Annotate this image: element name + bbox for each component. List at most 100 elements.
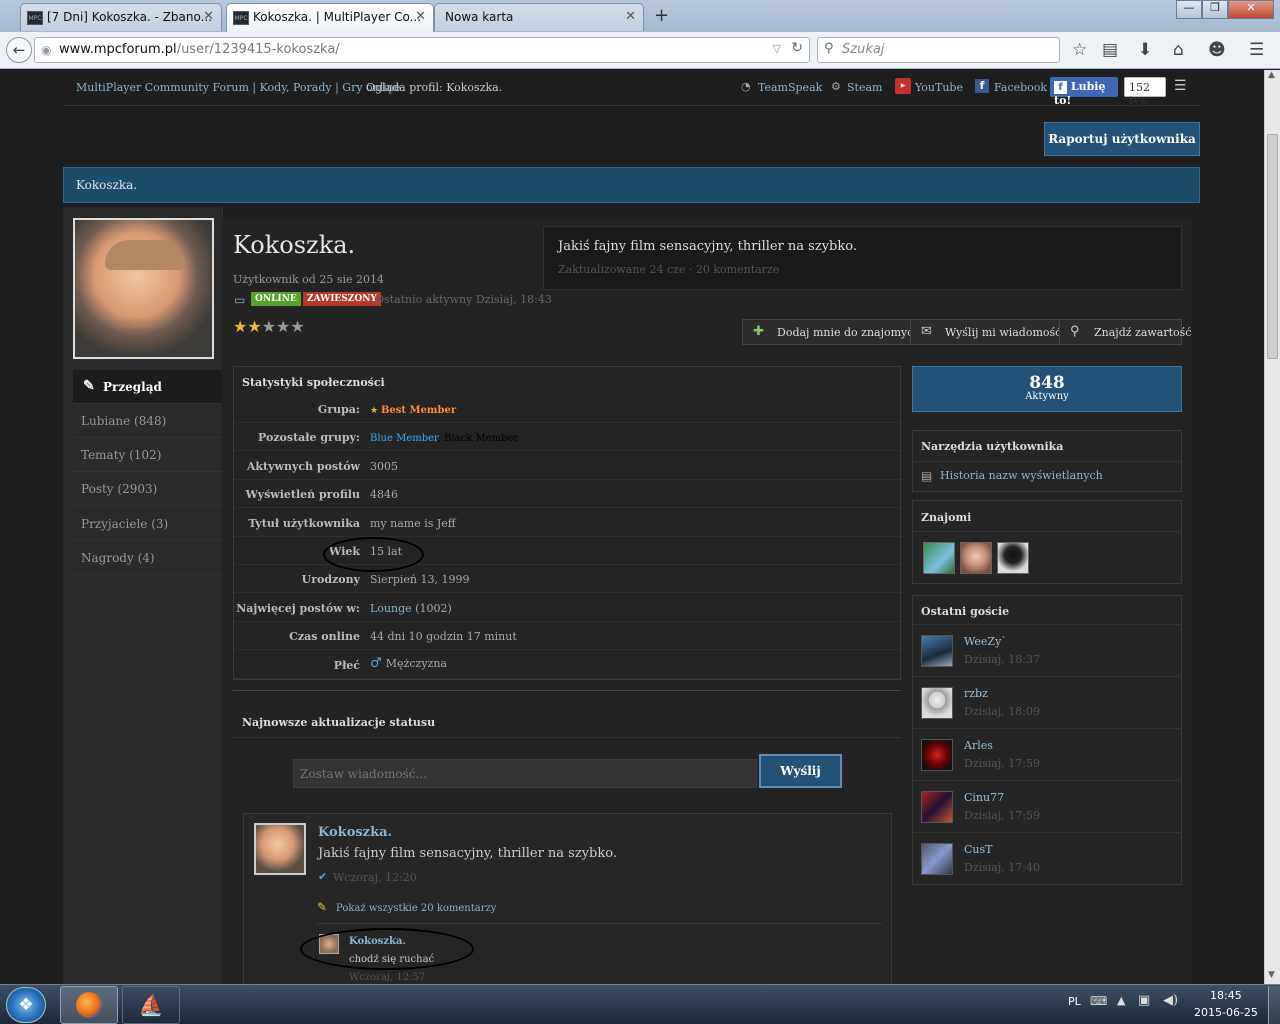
bookmarks-list-icon[interactable]: ▤ (1102, 40, 1118, 60)
divider (913, 531, 1181, 532)
sidebar-item-awards[interactable]: Nagrody (4) (73, 541, 222, 575)
new-tab-button[interactable]: + (654, 5, 669, 26)
scroll-down-icon[interactable]: ▼ (1268, 970, 1275, 980)
keyboard-icon[interactable]: ⌨ (1090, 994, 1107, 1008)
tab-3[interactable]: Nowa karta ✕ (434, 3, 644, 31)
community-stats-panel: Statystyki społeczności Grupa: ★ Best Mem… (233, 366, 902, 680)
back-button[interactable]: ← (6, 37, 32, 63)
sidebar-item-topics[interactable]: Tematy (102) (73, 438, 222, 472)
url-bar[interactable]: ◉ www.mpcforum.pl/user/1239415-kokoszka/… (34, 37, 810, 63)
visitor-avatar[interactable] (921, 791, 953, 823)
fb-like-button[interactable]: f Lubię to! (1050, 77, 1118, 107)
pencil-icon: ✎ (83, 378, 95, 394)
friend-avatar[interactable] (923, 542, 955, 574)
divider (233, 737, 901, 738)
maximize-button[interactable]: ❐ (1202, 0, 1228, 19)
facebook-link[interactable]: Facebook (994, 81, 1047, 94)
list-menu-icon[interactable]: ☰ (1174, 78, 1187, 94)
search-content-icon: ⚲ (1070, 324, 1080, 339)
report-user-button[interactable]: Raportuj użytkownika (1044, 122, 1200, 156)
close-window-button[interactable]: ✕ (1228, 0, 1274, 19)
send-message-button[interactable]: ✉ Wyślij mi wiadomość (910, 319, 1073, 345)
bookmark-star-icon[interactable]: ☆ (1072, 40, 1087, 60)
network-icon[interactable]: ▣ (1138, 993, 1150, 1008)
visitor-item[interactable]: CusT Dzisiaj, 17:40 (913, 832, 1181, 884)
visitor-name[interactable]: rzbz (964, 687, 988, 700)
visitor-item[interactable]: Arles Dzisiaj, 17:59 (913, 728, 1181, 780)
visitor-name[interactable]: Arles (964, 739, 993, 752)
stat-value: 3005 (370, 459, 398, 473)
add-friend-button[interactable]: ✚ Dodaj mnie do znajomych (742, 319, 932, 345)
tab-1-title: [7 Dni] Kokoszka. - Zbano... (47, 10, 213, 24)
steam-link[interactable]: Steam (847, 81, 882, 94)
post-author[interactable]: Kokoszka. (318, 825, 392, 840)
show-comments-link[interactable]: Pokaż wszystkie 20 komentarzy (336, 903, 496, 914)
sidebar-item-liked[interactable]: Lubiane (848) (73, 404, 222, 438)
language-indicator[interactable]: PL (1068, 995, 1081, 1008)
close-tab-icon[interactable]: ✕ (625, 9, 636, 24)
scroll-thumb[interactable] (1267, 134, 1278, 359)
reload-icon[interactable]: ↻ (791, 40, 803, 56)
volume-icon[interactable]: ◀) (1163, 993, 1178, 1008)
online-badge: ONLINE (251, 292, 301, 306)
hello-icon[interactable]: ☻ (1208, 40, 1226, 60)
group-blue-member: Blue Member (370, 433, 438, 445)
home-icon[interactable]: ⌂ (1173, 40, 1184, 60)
visitor-name[interactable]: CusT (964, 843, 992, 856)
checkmark-icon: ✔ (318, 870, 328, 883)
comment-time: Wczoraj, 12:57 (349, 972, 426, 983)
close-tab-icon[interactable]: ✕ (415, 9, 426, 24)
clock-time[interactable]: 18:45 (1210, 989, 1242, 1002)
dropdown-icon[interactable]: ▽ (773, 42, 781, 55)
visitor-avatar[interactable] (921, 687, 953, 719)
menu-icon[interactable]: ☰ (1249, 40, 1264, 60)
divider (233, 690, 901, 691)
status-message-input[interactable]: Zostaw wiadomość... (293, 759, 757, 788)
minimize-button[interactable]: — (1176, 0, 1202, 19)
teamspeak-link[interactable]: TeamSpeak (758, 81, 822, 94)
friend-avatar[interactable] (997, 542, 1029, 574)
send-status-button[interactable]: Wyślij (759, 754, 842, 788)
visitor-item[interactable]: WeeZy` Dzisiaj, 18:37 (913, 624, 1181, 676)
find-content-button[interactable]: ⚲ Znajdź zawartość (1059, 319, 1191, 345)
tray-arrow-icon[interactable]: ▲ (1117, 994, 1125, 1007)
download-icon[interactable]: ⬇ (1138, 40, 1152, 60)
sidebar-item-overview[interactable]: ✎ Przegląd (73, 370, 222, 404)
post-avatar[interactable] (254, 823, 306, 875)
close-tab-icon[interactable]: ✕ (203, 9, 214, 24)
name-history-link[interactable]: Historia nazw wyświetlanych (940, 469, 1103, 482)
sidebar-item-posts[interactable]: Posty (2903) (73, 472, 222, 506)
breadcrumb[interactable]: MultiPlayer Community Forum | Kody, Pora… (76, 81, 400, 94)
youtube-link[interactable]: YouTube (915, 81, 963, 94)
visitor-avatar[interactable] (921, 843, 953, 875)
start-button[interactable]: ❖ (6, 987, 46, 1023)
friend-avatar[interactable] (960, 542, 992, 574)
sidebar-item-friends[interactable]: Przyjaciele (3) (73, 507, 222, 541)
clock-date[interactable]: 2015-06-25 (1194, 1006, 1258, 1019)
show-desktop-button[interactable] (1268, 986, 1280, 1024)
stat-row: Płeć ♂ Mężczyzna (234, 651, 902, 679)
send-message-label: Wyślij mi wiadomość (945, 326, 1062, 339)
status-box: Jakiś fajny film sensacyjny, thriller na… (543, 226, 1182, 290)
find-content-label: Znajdź zawartość (1094, 326, 1192, 339)
visitor-item[interactable]: rzbz Dzisiaj, 18:09 (913, 676, 1181, 728)
forum-link[interactable]: Lounge (370, 602, 412, 615)
stat-row: Pozostałe grupy: Blue Member, Black Membe… (234, 423, 902, 452)
visitor-item[interactable]: Cinu77 Dzisiaj, 17:59 (913, 780, 1181, 832)
stat-label: Płeć (333, 658, 360, 672)
page-scrollbar[interactable]: ▲ ▼ (1264, 70, 1280, 984)
tab-2[interactable]: MPC Kokoszka. | MultiPlayer Co... ✕ (226, 3, 434, 32)
history-icon: ▤ (921, 469, 933, 483)
visitor-avatar[interactable] (921, 739, 953, 771)
scroll-up-icon[interactable]: ▲ (1268, 70, 1275, 80)
taskbar-app[interactable]: ⛵ (122, 986, 180, 1024)
visitor-name[interactable]: Cinu77 (964, 791, 1004, 804)
visitor-time: Dzisiaj, 17:59 (964, 757, 1040, 770)
visitor-avatar[interactable] (921, 635, 953, 667)
sidebar-item-label: Przegląd (103, 380, 162, 394)
visitor-name[interactable]: WeeZy` (964, 635, 1007, 648)
taskbar-firefox[interactable] (60, 986, 118, 1024)
tab-1[interactable]: MPC [7 Dni] Kokoszka. - Zbano... ✕ (20, 3, 222, 31)
user-tools-panel: Narzędzia użytkownika ▤ Historia nazw wy… (912, 430, 1182, 492)
search-field[interactable]: ⚲ Szukaj (817, 37, 1060, 63)
